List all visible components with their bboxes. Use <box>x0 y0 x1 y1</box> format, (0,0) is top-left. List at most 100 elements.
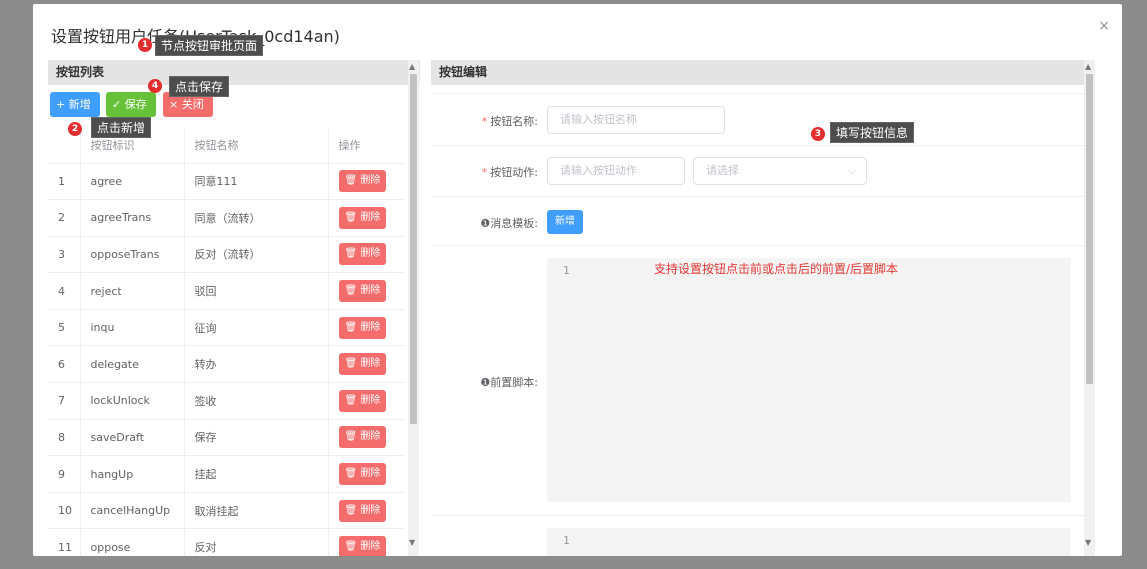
row-name: 反对（流转） <box>183 236 328 274</box>
dialog: 设置按钮用户任务(UserTask_0cd14an) × 按钮列表 + 新增 ✓… <box>33 4 1122 556</box>
left-scroll-thumb[interactable] <box>410 74 417 424</box>
name-label: * 按钮名称: <box>481 115 538 128</box>
post-script-editor[interactable]: 1 <box>547 528 1071 556</box>
close-icon[interactable]: × <box>1098 18 1110 34</box>
trash-icon: 🗑 <box>344 468 358 480</box>
name-row: * 按钮名称: 请输入按钮名称 <box>431 93 1084 145</box>
trash-icon: 🗑 <box>344 321 358 333</box>
col-op: 操作 <box>327 127 404 164</box>
chevron-down-icon: ⌵ <box>847 164 856 177</box>
left-scrollbar[interactable]: ▲ ▼ <box>408 60 419 556</box>
table-row: 10 cancelHangUp 取消挂起 🗑 删除 <box>48 492 404 530</box>
scroll-up-icon[interactable]: ▲ <box>1085 62 1091 72</box>
row-index: 9 <box>48 455 80 493</box>
right-scrollbar[interactable]: ▲ ▼ <box>1084 60 1095 556</box>
trash-icon: 🗑 <box>344 175 358 187</box>
row-key: inqu <box>79 309 184 347</box>
row-name: 挂起 <box>183 455 328 493</box>
post-script-row: 1 <box>431 515 1084 556</box>
script-note: 支持设置按钮点击前或点击后的前置/后置脚本 <box>654 262 899 276</box>
row-op: 🗑 删除 <box>327 492 404 530</box>
line-number: 1 <box>563 264 570 277</box>
trash-icon: 🗑 <box>344 211 358 223</box>
row-key: lockUnlock <box>79 382 184 420</box>
table-row: 4 reject 驳回 🗑 删除 <box>48 272 404 310</box>
row-op: 🗑 删除 <box>327 199 404 237</box>
delete-button[interactable]: 🗑 删除 <box>338 170 387 193</box>
add-button[interactable]: + 新增 <box>50 92 100 117</box>
row-name: 签收 <box>183 382 328 420</box>
delete-button[interactable]: 🗑 删除 <box>338 463 387 486</box>
row-key: delegate <box>79 345 184 384</box>
row-op: 🗑 删除 <box>327 272 404 310</box>
scroll-down-icon[interactable]: ▼ <box>1085 538 1091 548</box>
action-select[interactable]: 请选择 ⌵ <box>693 157 867 185</box>
row-op: 🗑 删除 <box>327 382 404 420</box>
save-button[interactable]: ✓ 保存 <box>106 92 156 117</box>
delete-button[interactable]: 🗑 删除 <box>338 206 387 229</box>
action-label: * 按钮动作: <box>481 166 538 179</box>
row-op: 🗑 删除 <box>327 236 404 274</box>
delete-button[interactable]: 🗑 删除 <box>338 426 387 449</box>
row-op: 🗑 删除 <box>327 309 404 347</box>
name-input[interactable]: 请输入按钮名称 <box>547 106 725 134</box>
trash-icon: 🗑 <box>344 358 358 370</box>
delete-button[interactable]: 🗑 删除 <box>338 499 387 522</box>
row-key: oppose <box>79 528 184 556</box>
row-op: 🗑 删除 <box>327 528 404 556</box>
row-name: 征询 <box>183 309 328 347</box>
table-row: 2 agreeTrans 同意（流转） 🗑 删除 <box>48 199 404 237</box>
row-index: 10 <box>48 492 80 530</box>
annotation-4: 点击保存 <box>169 76 230 97</box>
button-edit-panel: 按钮编辑 * 按钮名称: 请输入按钮名称 * 按钮动作: 请输入按钮动作 请选择 ⌵ … <box>431 60 1084 556</box>
action-input[interactable]: 请输入按钮动作 <box>547 157 685 185</box>
table-row: 8 saveDraft 保存 🗑 删除 <box>48 419 404 457</box>
scroll-up-icon[interactable]: ▲ <box>409 62 415 72</box>
row-op: 🗑 删除 <box>327 455 404 493</box>
delete-button[interactable]: 🗑 删除 <box>338 243 387 266</box>
annotation-1: 节点按钮审批页面 <box>155 35 264 56</box>
template-add-button[interactable]: 新增 <box>547 210 583 234</box>
row-index: 6 <box>48 345 80 384</box>
line-number: 1 <box>563 534 570 547</box>
row-name: 同意111 <box>183 163 328 201</box>
row-index: 7 <box>48 382 80 420</box>
pre-script-label: ❶前置脚本: <box>480 376 538 389</box>
trash-icon: 🗑 <box>344 431 358 443</box>
row-name: 驳回 <box>183 272 328 310</box>
annotation-2: 点击新增 <box>91 117 152 138</box>
delete-button[interactable]: 🗑 删除 <box>338 280 387 303</box>
trash-icon: 🗑 <box>344 285 358 297</box>
row-key: hangUp <box>79 455 184 493</box>
delete-button[interactable]: 🗑 删除 <box>338 389 387 412</box>
pre-script-editor[interactable]: 1 <box>547 258 1071 502</box>
button-list-header: 按钮列表 <box>48 60 420 85</box>
delete-button[interactable]: 🗑 删除 <box>338 536 387 556</box>
scroll-down-icon[interactable]: ▼ <box>409 538 415 548</box>
row-index: 8 <box>48 419 80 457</box>
button-table: 按钮标识 按钮名称 操作 1 agree 同意111 🗑 删除 2 agreeTrans 同… <box>48 127 404 556</box>
row-key: reject <box>79 272 184 310</box>
row-index: 11 <box>48 528 80 556</box>
template-label: ❶消息模板: <box>480 217 538 230</box>
row-key: saveDraft <box>79 419 184 457</box>
row-op: 🗑 删除 <box>327 345 404 384</box>
delete-button[interactable]: 🗑 删除 <box>338 316 387 339</box>
col-name: 按钮名称 <box>183 127 328 164</box>
table-row: 3 opposeTrans 反对（流转） 🗑 删除 <box>48 236 404 274</box>
annotation-badge-4: 4 <box>148 79 162 93</box>
button-edit-header: 按钮编辑 <box>431 60 1084 85</box>
row-name: 保存 <box>183 419 328 457</box>
row-key: agree <box>79 163 184 201</box>
annotation-badge-3: 3 <box>811 127 825 141</box>
table-row: 11 oppose 反对 🗑 删除 <box>48 528 404 556</box>
row-index: 5 <box>48 309 80 347</box>
trash-icon: 🗑 <box>344 394 358 406</box>
table-row: 7 lockUnlock 签收 🗑 删除 <box>48 382 404 420</box>
pre-script-row: ❶前置脚本: 1 <box>431 245 1084 515</box>
row-key: opposeTrans <box>79 236 184 274</box>
row-op: 🗑 删除 <box>327 419 404 457</box>
delete-button[interactable]: 🗑 删除 <box>338 353 387 376</box>
table-row: 9 hangUp 挂起 🗑 删除 <box>48 455 404 493</box>
right-scroll-thumb[interactable] <box>1086 74 1093 384</box>
